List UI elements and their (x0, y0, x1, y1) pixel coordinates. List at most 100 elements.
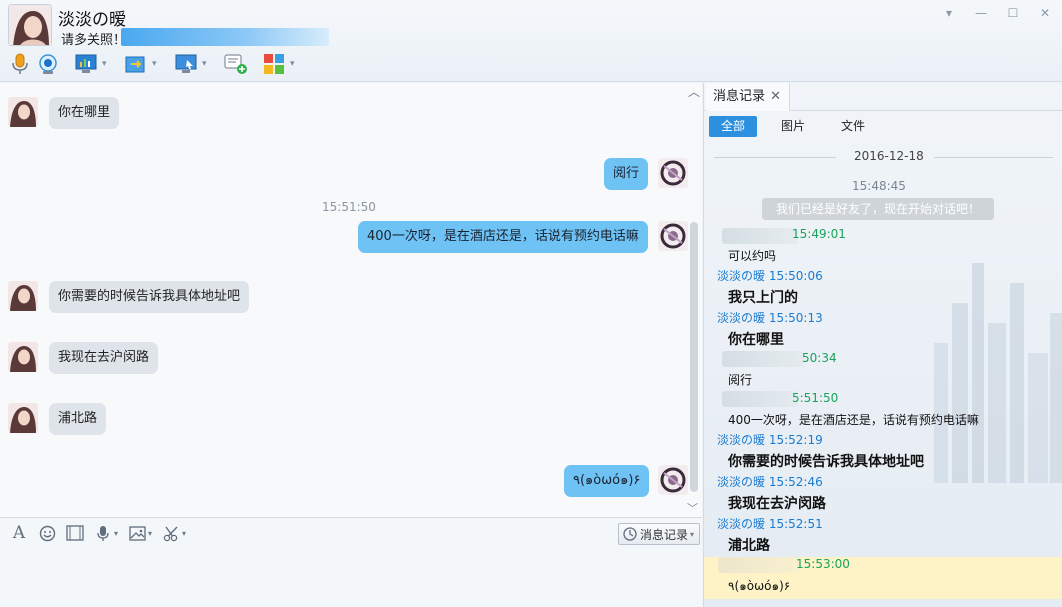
filter-images[interactable]: 图片 (769, 116, 817, 137)
panel-tab-bar: 消息记录 ✕ (704, 83, 1062, 111)
record-time: 15:50:06 (768, 269, 823, 283)
message-input-area[interactable]: A ▾ ▾ ▾ 消息记录 ▾ (0, 517, 702, 607)
chevron-down-icon[interactable]: ▾ (182, 529, 186, 538)
scissors-icon[interactable] (162, 524, 180, 542)
record-text: 你需要的时候告诉我具体地址吧 (728, 454, 924, 470)
contact-signature: 请多关照！ (61, 33, 127, 48)
redacted-signature (121, 28, 329, 46)
record-time: 15:49:01 (792, 227, 846, 241)
voice-message-icon[interactable] (94, 524, 112, 542)
minimize-icon[interactable]: — (974, 6, 988, 20)
record-header: 淡淡の暧 15:52:46 (717, 473, 823, 490)
input-toolbar: A ▾ ▾ ▾ (10, 523, 196, 543)
record-text: 我只上门的 (728, 290, 798, 306)
chevron-down-icon[interactable]: ▾ (152, 59, 162, 69)
clock-icon (623, 527, 637, 541)
scroll-down-icon[interactable]: ﹀ (687, 500, 698, 516)
record-header: 淡淡の暧 15:52:19 (717, 431, 823, 448)
contact-message-avatar[interactable] (8, 281, 38, 311)
record-text: 可以约吗 (728, 249, 777, 263)
record-sender: 淡淡の暧 (717, 433, 766, 447)
chat-message-area[interactable]: ︿ 你在哪里 阅行 15:51:50 400一次呀，是在酒店还是，话说有预约电话… (0, 83, 702, 517)
file-transfer-icon[interactable] (124, 52, 148, 76)
image-icon[interactable] (128, 524, 146, 542)
apps-icon[interactable] (262, 52, 286, 76)
add-chat-icon[interactable] (224, 52, 248, 76)
contact-message-avatar[interactable] (8, 97, 38, 127)
record-text: 你在哪里 (728, 332, 784, 348)
collapse-icon[interactable]: ︿ (688, 83, 700, 100)
my-message-avatar[interactable] (658, 221, 688, 251)
chevron-down-icon: ▾ (690, 529, 695, 539)
message-timestamp: 15:51:50 (322, 200, 376, 214)
record-sender: 淡淡の暧 (717, 475, 766, 489)
my-message-avatar[interactable] (658, 465, 688, 495)
history-button-label: 消息记录 (640, 527, 689, 542)
contact-avatar[interactable] (8, 4, 52, 46)
record-text: 阅行 (728, 373, 753, 387)
record-time: 15:53:00 (796, 557, 850, 571)
history-first-time: 15:48:45 (852, 179, 906, 193)
message-bubble: 阅行 (604, 158, 649, 190)
chat-scrollbar[interactable] (690, 222, 698, 492)
record-time: 15:52:51 (768, 517, 823, 531)
record-sender: 淡淡の暧 (717, 517, 766, 531)
friend-notice: 我们已经是好友了，现在开始对话吧！ (762, 198, 994, 220)
filter-all[interactable]: 全部 (709, 116, 758, 137)
message-bubble: 你需要的时候告诉我具体地址吧 (49, 281, 250, 313)
history-filters: 全部 图片 文件 (709, 116, 889, 137)
record-time: 15:52:46 (768, 475, 823, 489)
filter-files[interactable]: 文件 (829, 116, 877, 137)
record-text: 我现在去沪闵路 (728, 496, 826, 512)
message-history-button[interactable]: 消息记录 ▾ (618, 523, 700, 545)
divider-line (934, 157, 1053, 158)
chevron-down-icon[interactable]: ▾ (148, 529, 152, 538)
chevron-down-icon[interactable]: ▾ (102, 59, 112, 69)
remote-desktop-icon[interactable] (174, 52, 198, 76)
chevron-down-icon[interactable]: ▾ (290, 59, 300, 69)
city-skyline-background (934, 263, 1062, 483)
menu-dropdown-icon[interactable]: ▾ (942, 6, 956, 20)
tab-message-history[interactable]: 消息记录 ✕ (706, 83, 790, 111)
record-text: 400一次呀，是在酒店还是，话说有预约电话嘛 (728, 413, 979, 427)
record-header: 淡淡の暧 15:50:13 (717, 309, 823, 326)
record-header: 淡淡の暧 15:50:06 (717, 267, 823, 284)
chevron-down-icon[interactable]: ▾ (202, 59, 212, 69)
message-bubble: 我现在去沪闵路 (49, 342, 159, 374)
record-time: 15:50:13 (768, 311, 823, 325)
date-divider: 2016-12-18 (704, 149, 1062, 167)
record-sender: 淡淡の暧 (717, 311, 766, 325)
contact-message-avatar[interactable] (8, 342, 38, 372)
chat-toolbar: ▾ ▾ ▾ ▾ (8, 52, 312, 76)
close-icon[interactable]: ✕ (1038, 6, 1052, 20)
chat-header: 淡淡の暧 请多关照！ ▾ — ☐ ✕ ▾ ▾ ▾ ▾ (0, 0, 1062, 82)
history-date: 2016-12-18 (854, 149, 924, 163)
chevron-down-icon[interactable]: ▾ (114, 529, 118, 538)
contact-message-avatar[interactable] (8, 403, 38, 433)
my-message-avatar[interactable] (658, 158, 688, 188)
emoji-icon[interactable] (38, 524, 56, 542)
record-header: 15:49:01 (792, 227, 846, 241)
record-header: 50:34 (802, 351, 837, 365)
record-text: 浦北路 (728, 538, 770, 551)
maximize-icon[interactable]: ☐ (1006, 6, 1020, 20)
record-time: 5:51:50 (792, 391, 839, 405)
message-bubble: ٩(๑òωó๑)۶ (564, 465, 650, 497)
record-text: ٩(๑òωó๑)۶ (728, 579, 791, 593)
record-time: 15:52:19 (768, 433, 823, 447)
record-sender: 淡淡の暧 (717, 269, 766, 283)
camera-icon[interactable] (36, 52, 60, 76)
video-clip-icon[interactable] (66, 524, 84, 542)
record-header: 5:51:50 (792, 391, 838, 405)
message-bubble: 你在哪里 (49, 97, 120, 129)
contact-name: 淡淡の暧 (58, 10, 126, 30)
record-time: 50:34 (802, 351, 837, 365)
close-icon[interactable]: ✕ (770, 83, 781, 111)
microphone-icon[interactable] (8, 52, 32, 76)
redacted-name (722, 391, 798, 407)
font-icon[interactable]: A (10, 523, 28, 543)
screen-share-icon[interactable] (74, 52, 98, 76)
message-bubble: 400一次呀，是在酒店还是，话说有预约电话嘛 (358, 221, 648, 253)
record-header: 15:53:00 (796, 557, 850, 571)
record-header: 淡淡の暧 15:52:51 (717, 515, 823, 532)
